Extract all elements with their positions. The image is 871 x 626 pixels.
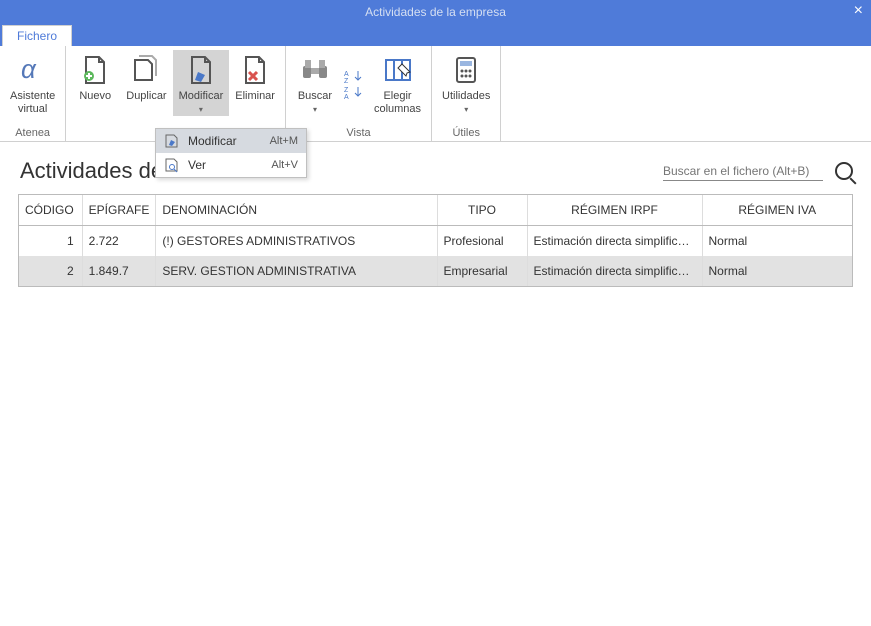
binoculars-icon: [299, 54, 331, 86]
modificar-dropdown: Modificar Alt+M Ver Alt+V: [155, 128, 307, 178]
svg-text:Z: Z: [344, 87, 349, 94]
cell-codigo: 1: [19, 226, 82, 257]
buscar-label: Buscar: [298, 90, 332, 103]
col-codigo[interactable]: CÓDIGO: [19, 195, 82, 226]
table-row[interactable]: 2 1.849.7 SERV. GESTION ADMINISTRATIVA E…: [19, 256, 852, 286]
delete-doc-icon: [239, 54, 271, 86]
svg-text:Z: Z: [344, 78, 349, 83]
search-icon[interactable]: [835, 162, 853, 180]
ribbon-group-mant: Nuevo Duplicar Modificar ▾ Eliminar: [66, 46, 286, 141]
eliminar-label: Eliminar: [235, 90, 275, 103]
cell-tipo: Profesional: [437, 226, 527, 257]
buscar-button[interactable]: Buscar ▾: [290, 50, 340, 118]
edit-doc-icon: [185, 54, 217, 86]
dropdown-item-ver[interactable]: Ver Alt+V: [156, 153, 306, 177]
duplicate-icon: [130, 54, 162, 86]
cell-irpf: Estimación directa simplific…: [527, 256, 702, 286]
col-denominacion[interactable]: DENOMINACIÓN: [156, 195, 437, 226]
page-title: Actividades de l: [20, 158, 174, 184]
tab-fichero[interactable]: Fichero: [2, 25, 72, 46]
duplicar-button[interactable]: Duplicar: [120, 50, 172, 116]
ribbon-group-atenea: α Asistente virtual Atenea: [0, 46, 66, 141]
col-tipo[interactable]: TIPO: [437, 195, 527, 226]
table-header-row: CÓDIGO EPÍGRAFE DENOMINACIÓN TIPO RÉGIME…: [19, 195, 852, 226]
dropdown-ver-shortcut: Alt+V: [271, 159, 298, 171]
dropdown-modificar-shortcut: Alt+M: [270, 135, 298, 147]
dropdown-item-modificar[interactable]: Modificar Alt+M: [156, 129, 306, 153]
modificar-button[interactable]: Modificar ▾: [173, 50, 230, 116]
chevron-down-icon: ▾: [199, 105, 203, 114]
search-wrap: [663, 162, 853, 181]
sort-asc-button[interactable]: AZ: [344, 69, 364, 83]
cell-epigrafe: 1.849.7: [82, 256, 156, 286]
duplicar-label: Duplicar: [126, 90, 166, 103]
view-icon: [164, 157, 180, 173]
elegir-columnas-button[interactable]: Elegir columnas: [368, 50, 427, 118]
svg-text:A: A: [344, 71, 349, 78]
table-row[interactable]: 1 2.722 (!) GESTORES ADMINISTRATIVOS Pro…: [19, 226, 852, 257]
cell-irpf: Estimación directa simplific…: [527, 226, 702, 257]
ribbon-group-utiles: Utilidades ▾ Útiles: [432, 46, 501, 141]
close-icon[interactable]: ×: [854, 2, 863, 20]
group-label-vista: Vista: [290, 125, 427, 139]
elegir-label: Elegir columnas: [374, 90, 421, 116]
edit-icon: [164, 133, 180, 149]
ribbon: α Asistente virtual Atenea Nuevo Duplica…: [0, 46, 871, 142]
asistente-label: Asistente virtual: [10, 90, 55, 116]
cell-iva: Normal: [702, 256, 852, 286]
nuevo-label: Nuevo: [79, 90, 111, 103]
utilidades-label: Utilidades: [442, 90, 490, 103]
group-label-atenea: Atenea: [4, 125, 61, 139]
dropdown-modificar-label: Modificar: [188, 134, 237, 148]
content-header: Actividades de l: [0, 142, 871, 194]
cell-denom: SERV. GESTION ADMINISTRATIVA: [156, 256, 437, 286]
modificar-label: Modificar: [179, 90, 224, 103]
columns-icon: [382, 54, 414, 86]
sort-buttons: AZ ZA: [340, 50, 368, 118]
new-doc-icon: [79, 54, 111, 86]
cell-codigo: 2: [19, 256, 82, 286]
chevron-down-icon: ▾: [464, 105, 468, 114]
col-iva[interactable]: RÉGIMEN IVA: [702, 195, 852, 226]
sort-desc-button[interactable]: ZA: [344, 85, 364, 99]
activities-table: CÓDIGO EPÍGRAFE DENOMINACIÓN TIPO RÉGIME…: [19, 195, 852, 286]
cell-iva: Normal: [702, 226, 852, 257]
cell-tipo: Empresarial: [437, 256, 527, 286]
tab-strip: Fichero: [0, 24, 871, 46]
window-title: Actividades de la empresa: [365, 5, 506, 19]
nuevo-button[interactable]: Nuevo: [70, 50, 120, 116]
title-bar: Actividades de la empresa ×: [0, 0, 871, 24]
activities-table-wrap: CÓDIGO EPÍGRAFE DENOMINACIÓN TIPO RÉGIME…: [18, 194, 853, 287]
svg-text:α: α: [21, 54, 37, 84]
eliminar-button[interactable]: Eliminar: [229, 50, 281, 116]
alpha-icon: α: [17, 54, 49, 86]
utilidades-button[interactable]: Utilidades ▾: [436, 50, 496, 116]
chevron-down-icon: ▾: [313, 105, 317, 114]
calculator-icon: [450, 54, 482, 86]
ribbon-group-vista: Buscar ▾ AZ ZA Elegir columnas Vista: [286, 46, 432, 141]
search-input[interactable]: [663, 162, 823, 181]
asistente-virtual-button[interactable]: α Asistente virtual: [4, 50, 61, 118]
cell-denom: (!) GESTORES ADMINISTRATIVOS: [156, 226, 437, 257]
group-label-utiles: Útiles: [436, 125, 496, 139]
dropdown-ver-label: Ver: [188, 158, 206, 172]
col-irpf[interactable]: RÉGIMEN IRPF: [527, 195, 702, 226]
cell-epigrafe: 2.722: [82, 226, 156, 257]
svg-text:A: A: [344, 94, 349, 99]
col-epigrafe[interactable]: EPÍGRAFE: [82, 195, 156, 226]
